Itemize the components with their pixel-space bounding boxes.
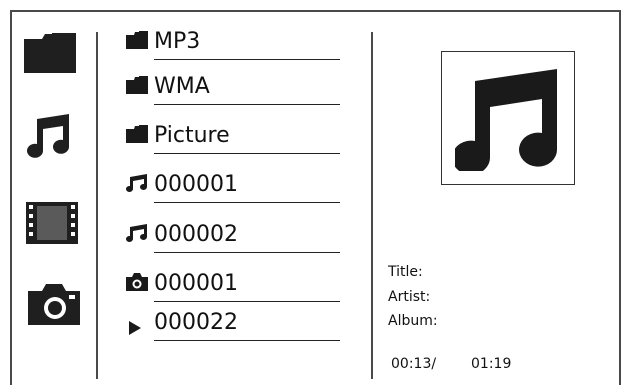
list-item-label: MP3 <box>154 29 201 54</box>
folder-icon <box>126 76 148 94</box>
elapsed-time: 00:13/ <box>391 356 437 372</box>
artist-label: Artist: <box>388 289 431 305</box>
play-icon <box>129 321 141 335</box>
folder-icon <box>24 33 76 73</box>
row-divider <box>154 252 340 253</box>
list-item[interactable]: 000001 <box>124 262 340 302</box>
list-item-label: 000001 <box>154 172 238 197</box>
list-item-label: Picture <box>154 123 230 148</box>
list-item[interactable]: WMA <box>124 65 340 105</box>
list-item-label: 000001 <box>154 271 238 296</box>
category-divider <box>96 32 98 379</box>
info-divider <box>371 32 373 379</box>
music-note-icon <box>455 69 558 171</box>
row-divider <box>154 202 340 203</box>
list-item-label: WMA <box>154 74 210 99</box>
row-divider <box>154 153 340 154</box>
row-divider <box>154 59 340 60</box>
category-video[interactable] <box>26 202 78 244</box>
folder-icon <box>126 125 148 143</box>
category-photo[interactable] <box>28 283 80 325</box>
list-item[interactable]: 000022 <box>124 301 340 341</box>
album-art <box>441 51 575 185</box>
list-item[interactable]: Picture <box>124 114 340 154</box>
row-divider <box>154 340 340 341</box>
folder-icon <box>126 31 148 49</box>
list-item[interactable]: 000001 <box>124 163 340 203</box>
title-label: Title: <box>388 264 423 280</box>
list-item-label: 000022 <box>154 310 238 335</box>
music-note-icon <box>27 114 69 158</box>
category-folder[interactable] <box>24 33 76 73</box>
total-time: 01:19 <box>471 356 512 372</box>
album-label: Album: <box>388 313 438 329</box>
row-divider <box>154 104 340 105</box>
camera-icon <box>126 273 148 291</box>
list-item[interactable]: 000002 <box>124 213 340 253</box>
list-item-label: 000002 <box>154 222 238 247</box>
film-strip-icon <box>26 202 78 244</box>
music-note-icon <box>126 224 147 242</box>
category-music[interactable] <box>27 113 71 159</box>
camera-icon <box>28 284 80 325</box>
music-note-icon <box>126 174 147 192</box>
list-item[interactable]: MP3 <box>124 20 340 60</box>
